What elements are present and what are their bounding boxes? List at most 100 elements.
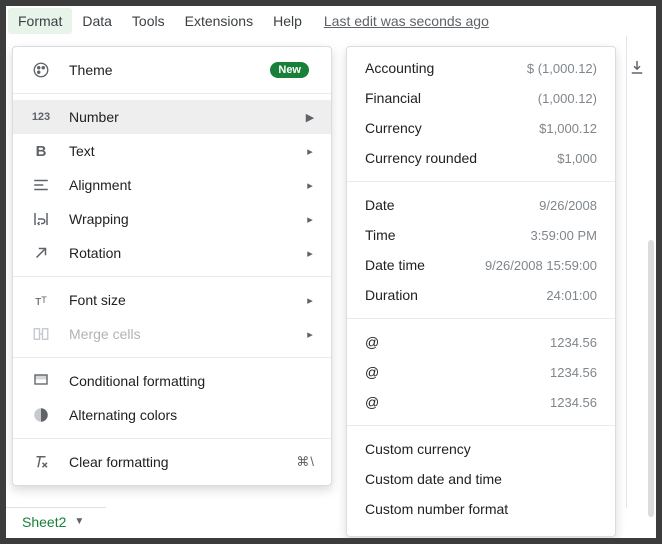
option-label: @ — [365, 364, 379, 380]
clear-format-icon — [31, 452, 51, 472]
option-label: @ — [365, 334, 379, 350]
menu-item-label: Rotation — [69, 245, 305, 261]
number-option-custom-number[interactable]: Custom number format — [347, 494, 615, 524]
menu-separator — [13, 276, 331, 277]
menu-tools[interactable]: Tools — [122, 8, 175, 34]
chevron-right-icon: ▸ — [305, 294, 315, 307]
menu-item-label: Font size — [69, 292, 305, 308]
option-example: 9/26/2008 15:59:00 — [485, 258, 597, 273]
caret-down-icon: ▼ — [74, 516, 84, 527]
menu-item-clear-formatting[interactable]: Clear formatting ⌘\ — [13, 445, 331, 479]
menu-item-label: Number — [69, 109, 305, 125]
option-label: Financial — [365, 90, 421, 106]
number-option-duration[interactable]: Duration 24:01:00 — [347, 280, 615, 310]
menu-item-text[interactable]: B Text ▸ — [13, 134, 331, 168]
menu-item-label: Clear formatting — [69, 454, 296, 470]
option-example: 24:01:00 — [546, 288, 597, 303]
number-option-custom-datetime[interactable]: Custom date and time — [347, 464, 615, 494]
alternating-colors-icon — [31, 405, 51, 425]
option-label: Accounting — [365, 60, 434, 76]
menu-separator — [13, 438, 331, 439]
option-label: Custom date and time — [365, 471, 502, 487]
option-example: $1,000 — [557, 151, 597, 166]
menu-item-wrapping[interactable]: Wrapping ▸ — [13, 202, 331, 236]
number-option-currency-rounded[interactable]: Currency rounded $1,000 — [347, 143, 615, 173]
number-option-date[interactable]: Date 9/26/2008 — [347, 190, 615, 220]
menu-item-rotation[interactable]: Rotation ▸ — [13, 236, 331, 270]
sheet-tab-label: Sheet2 — [22, 514, 66, 530]
menu-item-number[interactable]: 123 Number ▶ — [13, 100, 331, 134]
option-label: Custom number format — [365, 501, 508, 517]
option-example: 1234.56 — [550, 395, 597, 410]
menu-item-label: Alternating colors — [69, 407, 315, 423]
option-label: @ — [365, 394, 379, 410]
submenu-separator — [347, 425, 615, 426]
menu-item-theme[interactable]: Theme New — [13, 53, 331, 87]
option-label: Currency — [365, 120, 422, 136]
option-example: (1,000.12) — [538, 91, 597, 106]
option-label: Duration — [365, 287, 418, 303]
merge-icon — [31, 324, 51, 344]
menu-item-label: Alignment — [69, 177, 305, 193]
option-label: Date — [365, 197, 395, 213]
sheet-tab[interactable]: Sheet2 ▼ — [6, 507, 106, 535]
menu-item-conditional-formatting[interactable]: Conditional formatting — [13, 364, 331, 398]
menu-separator — [13, 357, 331, 358]
submenu-separator — [347, 181, 615, 182]
new-badge: New — [270, 62, 309, 78]
option-example: 9/26/2008 — [539, 198, 597, 213]
font-size-icon: тT — [31, 290, 51, 310]
rotation-icon — [31, 243, 51, 263]
menu-item-label: Wrapping — [69, 211, 305, 227]
chevron-right-icon: ▸ — [305, 213, 315, 226]
align-icon — [31, 175, 51, 195]
number-option-accounting[interactable]: Accounting $ (1,000.12) — [347, 53, 615, 83]
format-dropdown: Theme New 123 Number ▶ B Text ▸ Alignmen… — [12, 46, 332, 486]
menu-item-label: Merge cells — [69, 326, 305, 342]
option-example: $1,000.12 — [539, 121, 597, 136]
chevron-right-icon: ▶ — [305, 111, 315, 124]
submenu-scrollbar[interactable] — [648, 240, 654, 517]
chevron-right-icon: ▸ — [305, 247, 315, 260]
palette-icon — [31, 60, 51, 80]
menu-item-label: Conditional formatting — [69, 373, 315, 389]
number-icon: 123 — [31, 107, 51, 127]
menu-item-label: Text — [69, 143, 305, 159]
number-option-at-2[interactable]: @ 1234.56 — [347, 357, 615, 387]
option-label: Date time — [365, 257, 425, 273]
number-option-custom-currency[interactable]: Custom currency — [347, 434, 615, 464]
number-option-time[interactable]: Time 3:59:00 PM — [347, 220, 615, 250]
bold-icon: B — [31, 141, 51, 161]
number-option-at-1[interactable]: @ 1234.56 — [347, 327, 615, 357]
option-label: Time — [365, 227, 396, 243]
submenu-separator — [347, 318, 615, 319]
chevron-right-icon: ▸ — [305, 179, 315, 192]
option-label: Currency rounded — [365, 150, 477, 166]
menu-item-font-size[interactable]: тT Font size ▸ — [13, 283, 331, 317]
menu-item-label: Theme — [69, 62, 270, 78]
menu-extensions[interactable]: Extensions — [175, 8, 263, 34]
toolbar-overflow-icon[interactable] — [628, 58, 646, 76]
menubar: Format Data Tools Extensions Help Last e… — [6, 6, 656, 36]
option-example: 1234.56 — [550, 335, 597, 350]
option-example: 3:59:00 PM — [531, 228, 598, 243]
number-format-submenu: Accounting $ (1,000.12) Financial (1,000… — [346, 46, 616, 537]
number-option-at-3[interactable]: @ 1234.56 — [347, 387, 615, 417]
menu-separator — [13, 93, 331, 94]
number-option-currency[interactable]: Currency $1,000.12 — [347, 113, 615, 143]
menu-help[interactable]: Help — [263, 8, 312, 34]
menu-format[interactable]: Format — [8, 8, 72, 34]
last-edit-link[interactable]: Last edit was seconds ago — [324, 13, 489, 29]
conditional-format-icon — [31, 371, 51, 391]
option-label: Custom currency — [365, 441, 471, 457]
chevron-right-icon: ▸ — [305, 145, 315, 158]
number-option-datetime[interactable]: Date time 9/26/2008 15:59:00 — [347, 250, 615, 280]
number-option-financial[interactable]: Financial (1,000.12) — [347, 83, 615, 113]
menu-item-alignment[interactable]: Alignment ▸ — [13, 168, 331, 202]
menu-item-merge-cells: Merge cells ▸ — [13, 317, 331, 351]
shortcut-label: ⌘\ — [296, 454, 315, 470]
option-example: 1234.56 — [550, 365, 597, 380]
option-example: $ (1,000.12) — [527, 61, 597, 76]
menu-data[interactable]: Data — [72, 8, 122, 34]
menu-item-alternating-colors[interactable]: Alternating colors — [13, 398, 331, 432]
